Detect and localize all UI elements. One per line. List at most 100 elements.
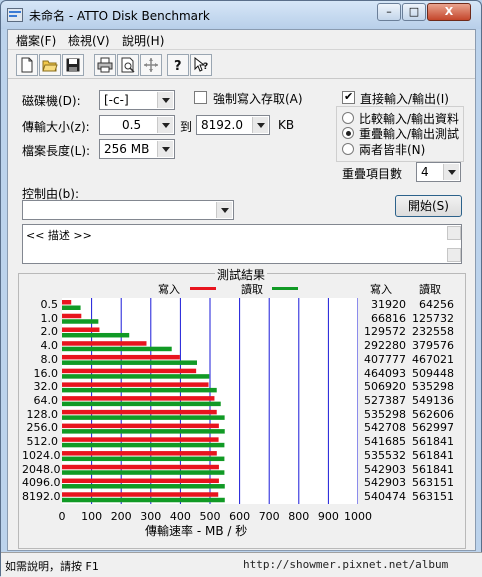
read-value: 535298	[412, 380, 454, 394]
write-value: 542903	[364, 476, 406, 490]
x-tick-label: 700	[258, 510, 280, 523]
bar-write	[62, 464, 219, 470]
x-tick-label: 1000	[344, 510, 372, 523]
transfer-to-select[interactable]: 8192.0	[196, 115, 270, 135]
scroll-up-icon[interactable]	[447, 226, 461, 240]
bar-read	[62, 374, 210, 379]
direct-io-checkbox[interactable]	[342, 90, 355, 104]
write-value: 506920	[364, 380, 406, 394]
radio-overlap[interactable]	[342, 127, 354, 139]
direct-io-label: 直接輸入/輸出(I)	[360, 92, 449, 106]
chevron-down-icon[interactable]	[157, 92, 173, 108]
unit-label: KB	[278, 118, 295, 132]
y-tick-label: 64.0	[33, 394, 59, 407]
x-tick-label: 900	[317, 510, 339, 523]
chevron-down-icon[interactable]	[216, 202, 232, 218]
scroll-down-icon[interactable]	[447, 248, 461, 262]
y-tick-label: 16.0	[33, 366, 59, 380]
minimize-button[interactable]: –	[377, 3, 401, 21]
y-tick-label: 32.0	[33, 380, 59, 394]
bar-write	[62, 341, 147, 346]
column-read-header: 讀取	[419, 283, 441, 296]
save-icon[interactable]	[62, 54, 84, 76]
radio-compare[interactable]	[342, 112, 354, 124]
write-value: 535532	[364, 448, 406, 462]
y-tick-label: 2.0	[40, 325, 59, 339]
queue-depth-select[interactable]: 4	[416, 162, 461, 182]
read-value: 64256	[419, 297, 454, 311]
write-value: 527387	[364, 394, 406, 407]
bar-write	[62, 354, 180, 360]
write-value: 292280	[364, 339, 406, 353]
description-box[interactable]: << 描述 >>	[22, 224, 462, 264]
title-bar[interactable]: 未命名 - ATTO Disk Benchmark – □ X	[1, 1, 481, 29]
transfer-from-select[interactable]: 0.5	[99, 115, 175, 135]
write-value: 407777	[364, 352, 406, 366]
chevron-down-icon[interactable]	[443, 164, 459, 180]
drive-value: [-c-]	[104, 93, 129, 107]
file-length-select[interactable]: 256 MB	[99, 139, 175, 159]
chevron-down-icon[interactable]	[157, 141, 173, 157]
move-icon[interactable]	[140, 54, 162, 76]
close-button[interactable]: X	[427, 3, 471, 21]
start-button[interactable]: 開始(S)	[395, 195, 462, 217]
menu-view[interactable]: 檢視(V)	[68, 32, 110, 49]
chart-plot-area	[62, 298, 359, 504]
bar-read	[62, 415, 225, 420]
bar-read	[62, 305, 81, 310]
x-tick-label: 0	[58, 510, 66, 523]
menu-file[interactable]: 檔案(F)	[16, 32, 56, 49]
read-value: 562997	[412, 421, 454, 435]
bar-write	[62, 396, 215, 401]
transfer-from-value: 0.5	[122, 118, 142, 132]
x-tick-label: 800	[288, 510, 310, 523]
bar-read	[62, 497, 225, 503]
y-tick-label: 1.0	[40, 311, 59, 325]
throughput-chart	[62, 298, 359, 504]
y-tick-label: 4.0	[40, 339, 59, 353]
help-icon[interactable]: ?	[167, 54, 189, 76]
menu-help[interactable]: 說明(H)	[122, 32, 164, 49]
legend-write-label: 寫入	[158, 283, 180, 296]
y-tick-label: 4096.0	[22, 476, 61, 490]
radio-neither[interactable]	[342, 143, 354, 155]
write-value: 542708	[364, 421, 406, 435]
y-tick-label: 8.0	[40, 352, 59, 366]
maximize-button[interactable]: □	[402, 3, 426, 21]
open-folder-icon[interactable]	[39, 54, 61, 76]
print-icon[interactable]	[94, 54, 116, 76]
context-help-icon[interactable]: ?	[190, 54, 212, 76]
write-value: 542903	[364, 462, 406, 476]
status-text: 如需說明，請按 F1	[5, 560, 99, 573]
y-tick-label: 2048.0	[22, 462, 61, 476]
svg-text:?: ?	[174, 59, 182, 73]
controlled-by-select[interactable]	[22, 200, 234, 220]
read-value: 561841	[412, 435, 454, 449]
bar-read	[62, 346, 172, 352]
read-value: 561841	[412, 448, 454, 462]
x-tick-label: 200	[110, 510, 132, 523]
y-tick-label: 128.0	[26, 407, 59, 421]
drive-select[interactable]: [-c-]	[99, 90, 175, 110]
bar-read	[62, 319, 99, 324]
new-file-icon[interactable]	[16, 54, 38, 76]
read-value: 509448	[412, 366, 454, 380]
y-tick-label: 512.0	[26, 435, 59, 449]
queue-depth-label: 重疊項目數	[342, 167, 403, 181]
chevron-down-icon[interactable]	[157, 117, 173, 133]
read-value: 549136	[412, 394, 454, 407]
write-value: 540474	[364, 490, 406, 504]
read-value: 562606	[412, 407, 454, 421]
print-preview-icon[interactable]	[117, 54, 139, 76]
bar-write	[62, 423, 219, 429]
bar-write	[62, 437, 219, 442]
write-value: 464093	[364, 366, 406, 380]
force-write-checkbox[interactable]	[194, 91, 207, 104]
file-length-value: 256 MB	[104, 142, 150, 156]
toolbar: ? ?	[8, 51, 475, 79]
bar-read	[62, 442, 225, 448]
radio-neither-label: 兩者皆非(N)	[359, 143, 426, 157]
bar-read	[62, 387, 217, 393]
x-axis-title: 傳輸速率 - MB / 秒	[145, 524, 248, 538]
chevron-down-icon[interactable]	[252, 117, 268, 133]
